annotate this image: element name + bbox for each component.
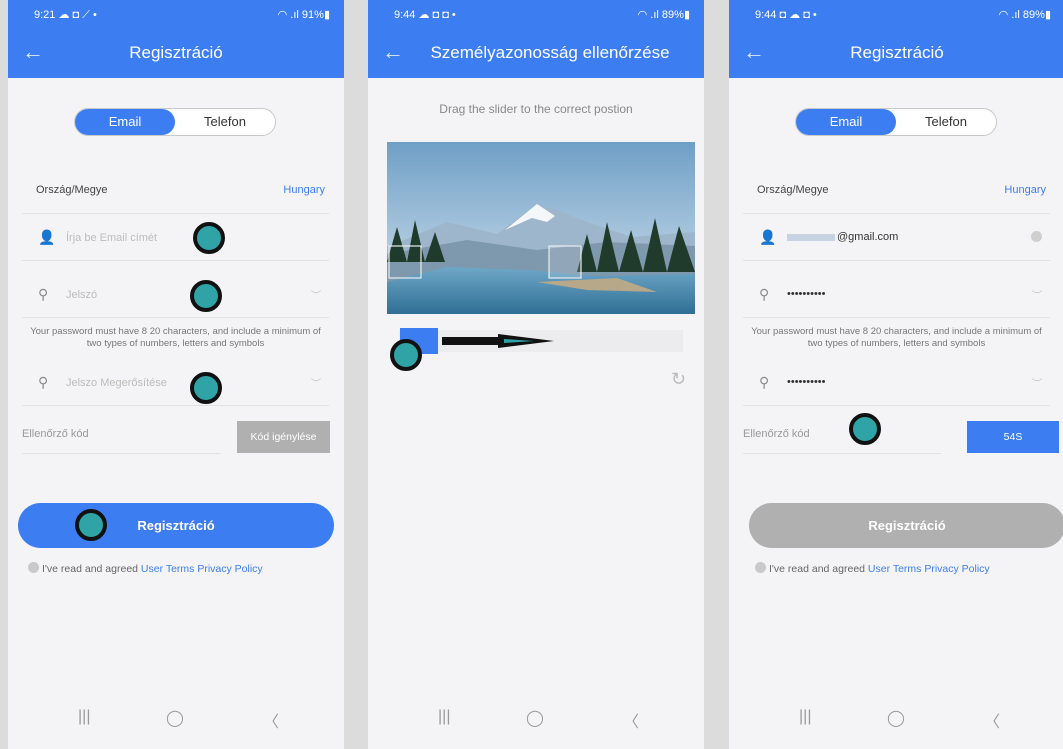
country-value[interactable]: Hungary xyxy=(1004,184,1046,196)
recents-icon[interactable]: ||| xyxy=(78,708,90,726)
user-terms-link[interactable]: User Terms xyxy=(868,563,921,575)
status-time: 9:44 ☁ ◘ ◘ • xyxy=(394,9,456,21)
confirm-password-placeholder: Jelszo Megerősítése xyxy=(66,377,167,389)
user-icon: 👤 xyxy=(759,229,777,245)
tap-marker xyxy=(849,413,881,445)
agree-text: I've read and agreed xyxy=(769,563,865,575)
system-nav-bar: ||| ◯ 〈 xyxy=(729,690,1063,749)
request-code-button[interactable]: Kód igénylése xyxy=(237,421,330,453)
recents-icon[interactable]: ||| xyxy=(438,708,450,726)
refresh-icon[interactable]: ↻ xyxy=(671,369,686,390)
clear-icon[interactable] xyxy=(1031,231,1042,242)
verification-code-field[interactable]: Ellenőrző kód xyxy=(743,412,941,454)
recents-icon[interactable]: ||| xyxy=(799,708,811,726)
system-nav-bar: ||| ◯ 〈 xyxy=(8,690,344,749)
email-placeholder: Írja be Email címét xyxy=(66,232,158,244)
agree-text: I've read and agreed xyxy=(42,563,138,575)
password-hint: Your password must have 8 20 characters,… xyxy=(751,326,1042,349)
phone-screen-registration-filled: 9:44 ◘ ☁ ◘ • ◠ .ıl 89%▮ ← Regisztráció E… xyxy=(729,0,1063,749)
password-field[interactable]: ⚲ •••••••••• ︶ xyxy=(743,272,1050,318)
agree-checkbox[interactable] xyxy=(755,562,766,573)
tap-marker xyxy=(190,280,222,312)
puzzle-image xyxy=(387,142,695,314)
code-countdown-button[interactable]: 54S xyxy=(967,421,1059,453)
tab-email[interactable]: Email xyxy=(796,109,896,135)
tap-marker xyxy=(193,222,225,254)
password-hint: Your password must have 8 20 characters,… xyxy=(30,326,321,349)
eye-closed-icon[interactable]: ︶ xyxy=(1032,375,1042,390)
country-label: Ország/Megye xyxy=(757,184,829,196)
page-title: Személyazonosság ellenőrzése xyxy=(430,43,670,62)
agreement-row: I've read and agreed User Terms Privacy … xyxy=(28,562,263,575)
phone-screen-registration-empty: 9:21 ☁ ◘ ⟋ • ◠ .ıl 91%▮ ← Regisztráció E… xyxy=(8,0,344,749)
tap-marker xyxy=(390,339,422,371)
country-value[interactable]: Hungary xyxy=(283,184,325,196)
password-value: •••••••••• xyxy=(787,288,826,300)
tab-phone[interactable]: Telefon xyxy=(175,109,275,135)
confirm-password-field[interactable]: ⚲ Jelszo Megerősítése ︶ xyxy=(22,360,329,406)
home-icon[interactable]: ◯ xyxy=(166,708,184,728)
verification-code-field[interactable]: Ellenőrző kód xyxy=(22,412,220,454)
country-label: Ország/Megye xyxy=(36,184,108,196)
email-value: @gmail.com xyxy=(837,231,899,243)
status-bar: 9:44 ☁ ◘ ◘ • ◠ .ıl 89%▮ xyxy=(368,0,704,28)
app-bar: ← Személyazonosság ellenőrzése xyxy=(368,28,704,78)
tab-phone[interactable]: Telefon xyxy=(896,109,996,135)
back-nav-icon[interactable]: 〈 xyxy=(984,708,1000,732)
email-field[interactable]: 👤 Írja be Email címét xyxy=(22,215,329,261)
page-title: Regisztráció xyxy=(850,43,944,62)
key-icon: ⚲ xyxy=(38,374,49,390)
confirm-password-field[interactable]: ⚲ •••••••••• ︶ xyxy=(743,360,1050,406)
status-bar: 9:21 ☁ ◘ ⟋ • ◠ .ıl 91%▮ xyxy=(8,0,344,28)
eye-closed-icon[interactable]: ︶ xyxy=(311,287,321,302)
status-battery: ◠ .ıl 89%▮ xyxy=(998,9,1051,21)
eye-closed-icon[interactable]: ︶ xyxy=(1032,287,1042,302)
back-nav-icon[interactable]: 〈 xyxy=(263,708,279,732)
register-method-toggle: Email Telefon xyxy=(74,108,276,136)
app-bar: ← Regisztráció xyxy=(729,28,1063,78)
system-nav-bar: ||| ◯ 〈 xyxy=(368,690,704,749)
status-time: 9:21 ☁ ◘ ⟋ • xyxy=(34,9,97,21)
tap-marker xyxy=(75,509,107,541)
phone-screen-identity-verification: 9:44 ☁ ◘ ◘ • ◠ .ıl 89%▮ ← Személyazonoss… xyxy=(368,0,704,749)
register-method-toggle: Email Telefon xyxy=(795,108,997,136)
status-battery: ◠ .ıl 89%▮ xyxy=(637,9,690,21)
tap-marker xyxy=(190,372,222,404)
slider-instruction: Drag the slider to the correct postion xyxy=(439,102,633,116)
password-placeholder: Jelszó xyxy=(66,289,98,301)
password-field[interactable]: ⚲ Jelszó ︶ xyxy=(22,272,329,318)
status-bar: 9:44 ◘ ☁ ◘ • ◠ .ıl 89%▮ xyxy=(729,0,1063,28)
redacted-email xyxy=(787,234,835,241)
home-icon[interactable]: ◯ xyxy=(526,708,544,728)
landscape-illustration xyxy=(387,142,695,314)
privacy-policy-link[interactable]: Privacy Policy xyxy=(924,563,989,575)
verification-code-label: Ellenőrző kód xyxy=(22,428,89,440)
back-nav-icon[interactable]: 〈 xyxy=(623,708,639,732)
email-field[interactable]: 👤 @gmail.com xyxy=(743,215,1050,261)
agreement-row: I've read and agreed User Terms Privacy … xyxy=(755,562,990,575)
key-icon: ⚲ xyxy=(759,374,770,390)
page-title: Regisztráció xyxy=(129,43,223,62)
home-icon[interactable]: ◯ xyxy=(887,708,905,728)
status-battery: ◠ .ıl 91%▮ xyxy=(277,9,330,21)
register-button[interactable]: Regisztráció xyxy=(749,503,1063,548)
register-button[interactable]: Regisztráció xyxy=(18,503,334,548)
status-time: 9:44 ◘ ☁ ◘ • xyxy=(755,9,817,21)
drag-arrow-icon xyxy=(442,334,554,348)
app-bar: ← Regisztráció xyxy=(8,28,344,78)
key-icon: ⚲ xyxy=(759,286,770,302)
country-row[interactable]: Ország/Megye Hungary xyxy=(743,168,1050,214)
user-icon: 👤 xyxy=(38,229,56,245)
privacy-policy-link[interactable]: Privacy Policy xyxy=(197,563,262,575)
agree-checkbox[interactable] xyxy=(28,562,39,573)
eye-closed-icon[interactable]: ︶ xyxy=(311,375,321,390)
verification-code-label: Ellenőrző kód xyxy=(743,428,810,440)
country-row[interactable]: Ország/Megye Hungary xyxy=(22,168,329,214)
tab-email[interactable]: Email xyxy=(75,109,175,135)
user-terms-link[interactable]: User Terms xyxy=(141,563,194,575)
confirm-password-value: •••••••••• xyxy=(787,376,826,388)
key-icon: ⚲ xyxy=(38,286,49,302)
